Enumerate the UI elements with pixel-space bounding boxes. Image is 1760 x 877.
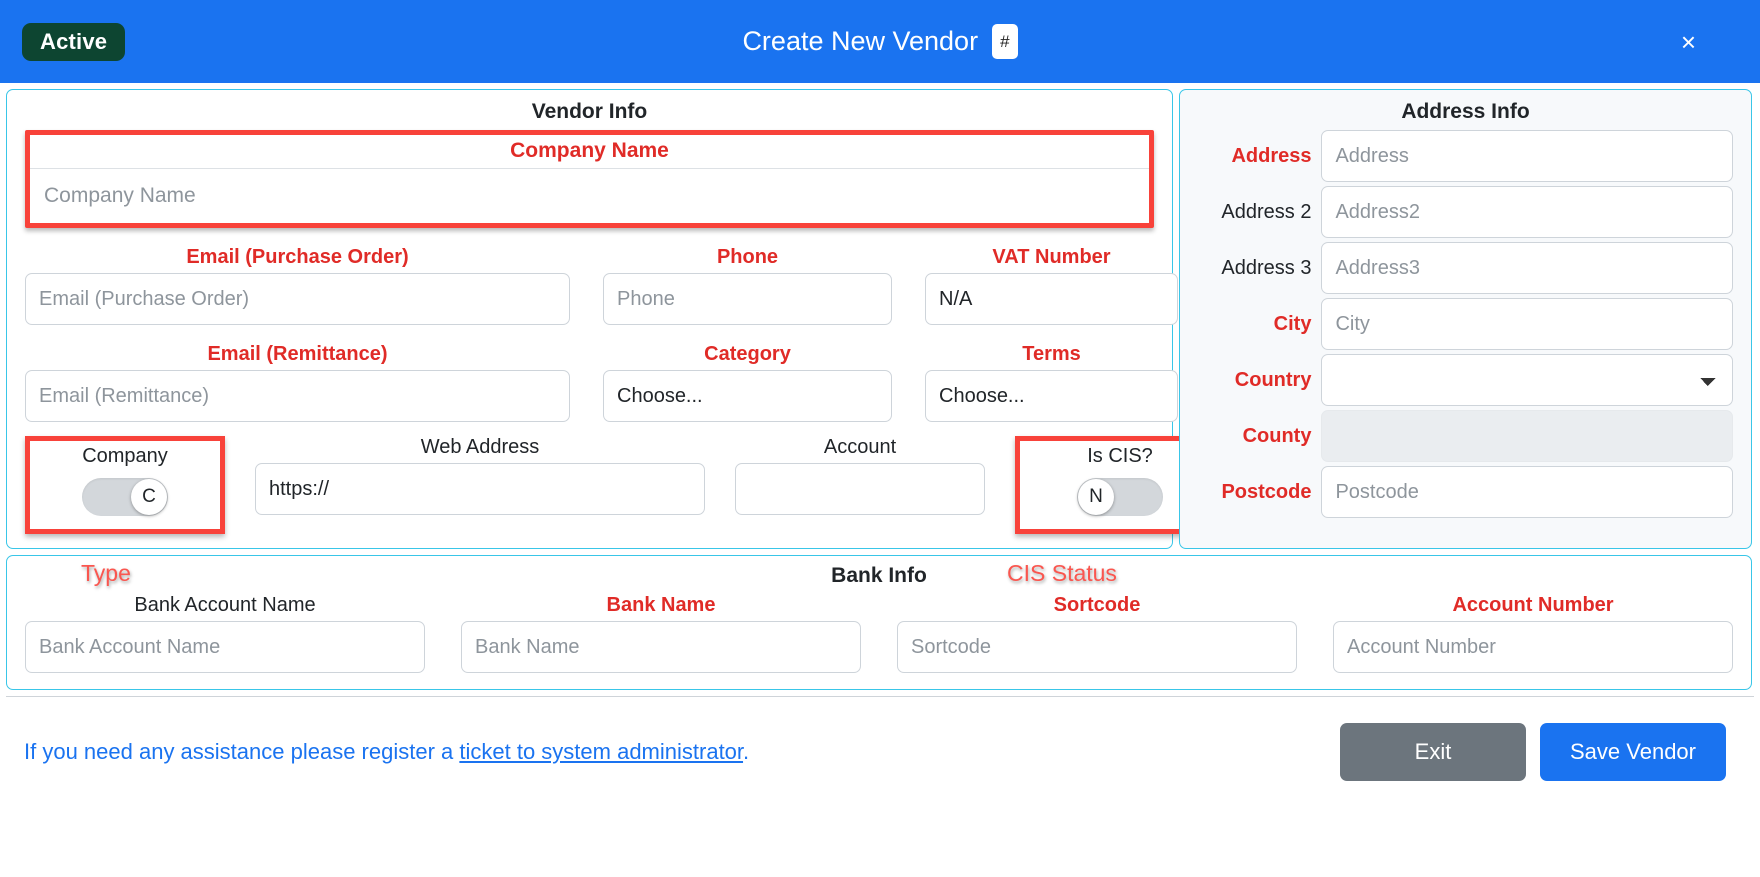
assistance-text: If you need any assistance please regist…	[24, 739, 749, 765]
company-toggle-highlight-box: Company C	[25, 436, 225, 534]
system-administrator-ticket-link[interactable]: ticket to system administrator	[459, 739, 743, 764]
address-field-row: Address	[1198, 130, 1733, 182]
company-toggle-knob: C	[131, 479, 167, 515]
account-input[interactable]	[735, 463, 985, 515]
address3-field-row: Address 3	[1198, 242, 1733, 294]
company-name-input[interactable]	[30, 169, 1149, 223]
category-label: Category	[704, 343, 791, 365]
address3-label: Address 3	[1221, 256, 1312, 279]
is-cis-toggle[interactable]: N	[1077, 478, 1163, 516]
account-field: Account	[735, 436, 985, 515]
email-remittance-label: Email (Remittance)	[207, 343, 388, 365]
bank-info-panel: Bank Info Type CIS Status Bank Account N…	[6, 555, 1752, 690]
address-info-panel: Address Info Address Address 2 Address 3…	[1179, 89, 1752, 549]
country-select[interactable]	[1321, 354, 1733, 406]
county-label: County	[1242, 424, 1312, 447]
city-label: City	[1273, 312, 1312, 335]
create-vendor-modal: Active Create New Vendor # × Vendor Info…	[0, 0, 1760, 877]
email-remittance-input[interactable]	[25, 370, 570, 422]
email-po-label: Email (Purchase Order)	[186, 246, 409, 268]
company-toggle[interactable]: C	[82, 478, 168, 516]
save-vendor-button[interactable]: Save Vendor	[1540, 722, 1726, 781]
address-info-title: Address Info	[1401, 100, 1530, 123]
country-label: Country	[1234, 368, 1312, 391]
web-address-field: Web Address	[255, 436, 705, 515]
vendor-info-title: Vendor Info	[531, 100, 648, 123]
account-number-label: Account Number	[1452, 594, 1614, 616]
email-remittance-field: Email (Remittance)	[25, 343, 570, 422]
footer-buttons: Exit Save Vendor	[1340, 722, 1726, 781]
bank-name-label: Bank Name	[606, 594, 716, 616]
postcode-label: Postcode	[1221, 480, 1312, 503]
email-po-field: Email (Purchase Order)	[25, 246, 570, 325]
exit-button[interactable]: Exit	[1340, 722, 1526, 781]
bank-account-name-input[interactable]	[25, 621, 425, 673]
address2-input[interactable]	[1321, 186, 1733, 238]
assistance-prefix: If you need any assistance please regist…	[24, 738, 460, 764]
address2-label: Address 2	[1221, 200, 1312, 223]
phone-field: Phone	[603, 246, 892, 325]
status-badge: Active	[22, 22, 126, 61]
category-select[interactable]: Choose...	[603, 370, 892, 422]
phone-label: Phone	[716, 246, 779, 268]
address-label: Address	[1231, 144, 1312, 167]
terms-select[interactable]: Choose...	[925, 370, 1178, 422]
address2-field-row: Address 2	[1198, 186, 1733, 238]
web-address-input[interactable]	[255, 463, 705, 515]
account-number-field: Account Number	[1333, 594, 1733, 673]
city-input[interactable]	[1321, 298, 1733, 350]
terms-label: Terms	[1022, 343, 1081, 365]
close-icon[interactable]: ×	[1675, 28, 1702, 56]
account-label: Account	[823, 436, 897, 458]
vendor-number-badge[interactable]: #	[992, 24, 1018, 59]
sortcode-field: Sortcode	[897, 594, 1297, 673]
email-po-input[interactable]	[25, 273, 570, 325]
company-name-highlight-box: Company Name	[25, 130, 1154, 228]
bank-account-name-field: Bank Account Name	[25, 594, 425, 673]
postcode-field-row: Postcode	[1198, 466, 1733, 518]
account-number-input[interactable]	[1333, 621, 1733, 673]
category-field: Category Choose...	[603, 343, 892, 422]
country-field-row: Country	[1198, 354, 1733, 406]
sortcode-label: Sortcode	[1053, 594, 1141, 616]
vat-number-label: VAT Number	[992, 246, 1111, 268]
vendor-row-2: Email (Remittance) Category Choose... Te…	[25, 343, 1178, 422]
top-panels-row: Vendor Info Company Name Email (Purchase…	[6, 89, 1754, 549]
bank-name-field: Bank Name	[461, 594, 861, 673]
bank-account-name-label: Bank Account Name	[134, 594, 316, 616]
company-toggle-label: Company	[82, 445, 168, 467]
bank-fields-row: Bank Account Name Bank Name Sortcode Acc…	[25, 594, 1733, 673]
vendor-row-1: Email (Purchase Order) Phone VAT Number	[25, 246, 1178, 325]
postcode-input[interactable]	[1321, 466, 1733, 518]
vat-number-input[interactable]	[925, 273, 1178, 325]
terms-field: Terms Choose...	[925, 343, 1178, 422]
modal-footer: If you need any assistance please regist…	[6, 696, 1754, 806]
phone-input[interactable]	[603, 273, 892, 325]
vendor-row-3: Company C Web Address Account	[25, 436, 1225, 534]
web-address-label: Web Address	[420, 436, 540, 458]
modal-header: Active Create New Vendor # ×	[0, 0, 1760, 83]
assistance-suffix: .	[743, 738, 750, 764]
sortcode-input[interactable]	[897, 621, 1297, 673]
company-name-label: Company Name	[30, 135, 1149, 169]
modal-title-group: Create New Vendor #	[0, 0, 1760, 83]
bank-info-title: Bank Info	[831, 564, 927, 587]
county-select	[1321, 410, 1733, 462]
bank-name-input[interactable]	[461, 621, 861, 673]
county-field-row: County	[1198, 410, 1733, 462]
address3-input[interactable]	[1321, 242, 1733, 294]
annotation-type: Type	[81, 560, 131, 586]
address-input[interactable]	[1321, 130, 1733, 182]
is-cis-toggle-knob: N	[1078, 479, 1114, 515]
annotation-cis-status: CIS Status	[1007, 560, 1117, 586]
page-title: Create New Vendor	[742, 26, 979, 56]
vat-number-field: VAT Number	[925, 246, 1178, 325]
city-field-row: City	[1198, 298, 1733, 350]
vendor-info-panel: Vendor Info Company Name Email (Purchase…	[6, 89, 1225, 549]
modal-body: Vendor Info Company Name Email (Purchase…	[0, 83, 1760, 806]
